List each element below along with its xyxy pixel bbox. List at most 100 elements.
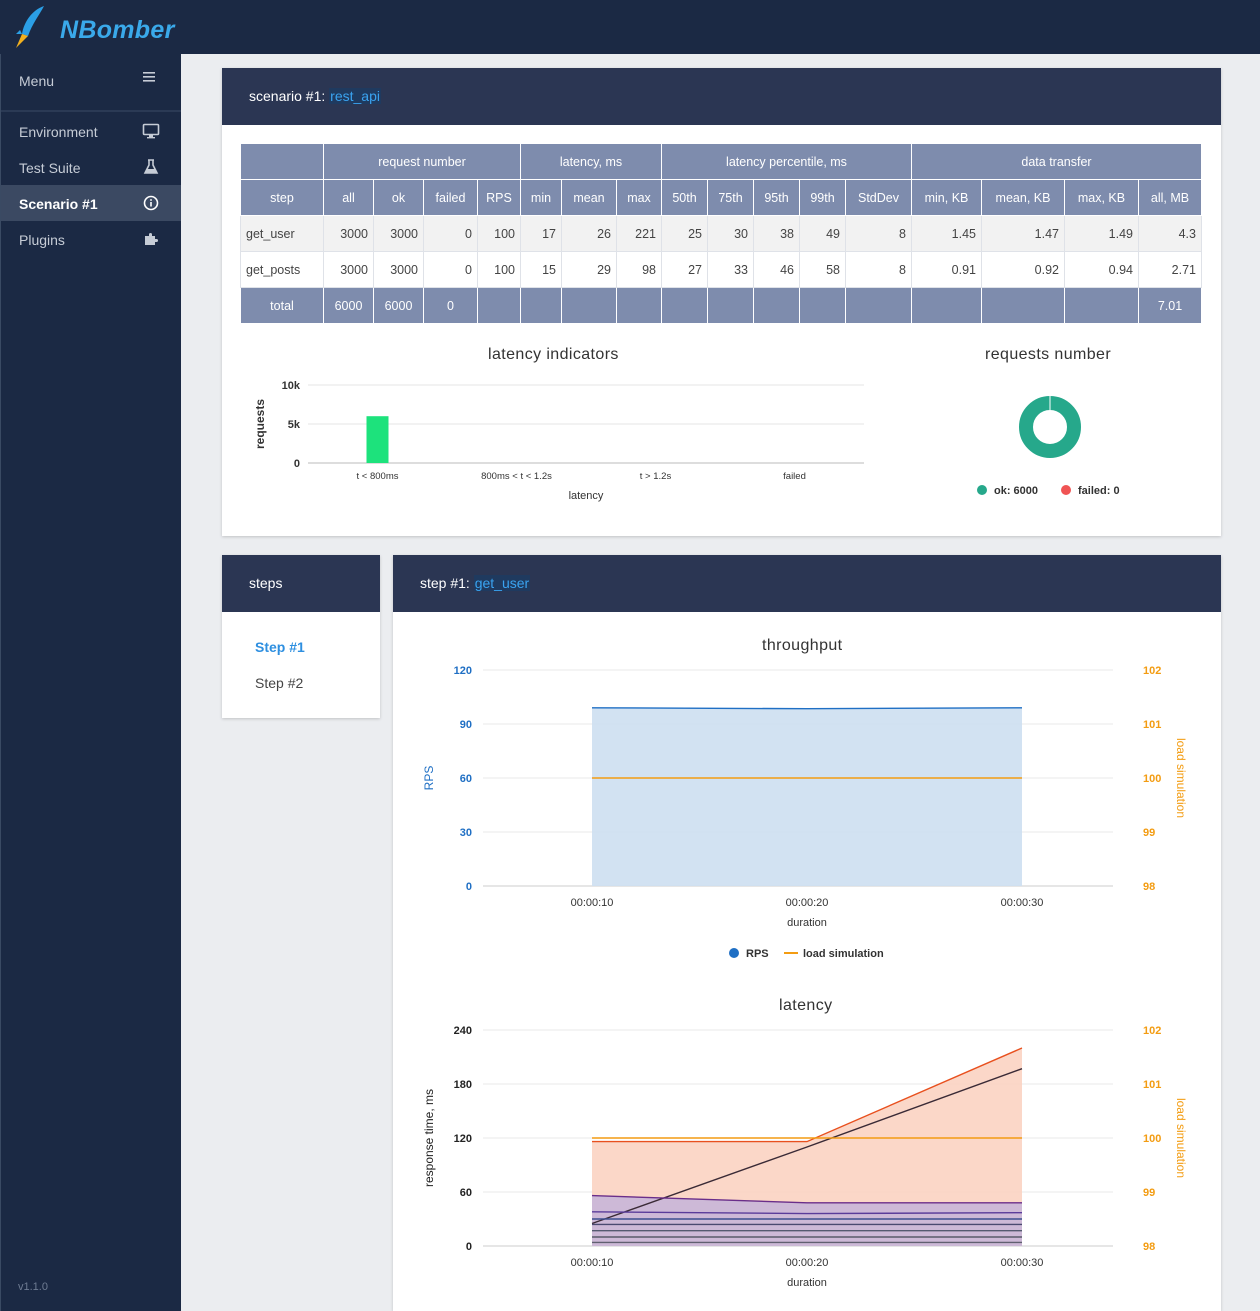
y2-tick-label: 100 [1143, 1133, 1161, 1145]
sidebar-item-plugins[interactable]: Plugins [1, 221, 181, 257]
step-name-cell: get_posts [240, 251, 324, 288]
table-column-header: 95th [753, 179, 800, 216]
sidebar: Menu Environment Test Suite Scenario #1 … [0, 54, 181, 1311]
total-cell: total [240, 287, 324, 324]
y-axis-label: requests [253, 399, 267, 449]
x-tick-label: 800ms < t < 1.2s [481, 471, 552, 482]
table-cell: 1.47 [981, 215, 1065, 252]
requests-number-chart: ok: 6000 failed: 0 [977, 396, 1120, 497]
x-axis-label: duration [787, 1277, 827, 1289]
hamburger-icon[interactable] [142, 70, 156, 84]
scenario-name: rest_api [329, 88, 381, 104]
table-cell: 46 [753, 251, 800, 288]
table-column-header: step [240, 179, 324, 216]
total-cell [561, 287, 617, 324]
y-axis-label: RPS [422, 766, 436, 791]
table-cell: 33 [707, 251, 754, 288]
steps-header: steps [222, 555, 380, 612]
table-column-header: min, KB [911, 179, 982, 216]
table-cell: 98 [616, 251, 662, 288]
table-column-header-row: step all ok failed RPS min mean max 50th 75th 95th… [240, 179, 1202, 216]
legend-swatch [977, 485, 987, 495]
y-tick-label: 0 [466, 1241, 472, 1253]
table-group-header: latency, ms [520, 143, 662, 180]
table-cell: 221 [616, 215, 662, 252]
total-cell: 6000 [323, 287, 374, 324]
legend-label: failed: 0 [1078, 485, 1120, 497]
y2-tick-label: 102 [1143, 665, 1161, 677]
latency-indicators-title: latency indicators [488, 346, 619, 363]
scenario-prefix: scenario #1: [249, 88, 330, 104]
x-axis-label: duration [787, 917, 827, 929]
menu-toggle[interactable]: Menu [1, 54, 181, 108]
table-column-header: min [520, 179, 562, 216]
scenario-header: scenario #1: rest_api [222, 68, 1221, 125]
table-cell: 8 [845, 251, 912, 288]
total-cell [911, 287, 982, 324]
total-cell [753, 287, 800, 324]
scenario-title: scenario #1: rest_api [249, 88, 381, 104]
step-name-cell: get_user [240, 215, 324, 252]
sidebar-item-label: Environment [19, 124, 98, 140]
table-cell: 100 [477, 251, 521, 288]
table-column-header: all, MB [1138, 179, 1202, 216]
series-line [591, 707, 1023, 710]
throughput-chart: 0 30 60 90 120 98 99 100 101 102 00:00:10 00:00:20 0… [422, 665, 1188, 960]
y-tick-label: 90 [460, 719, 472, 731]
table-column-header: failed [423, 179, 478, 216]
steps-title: steps [249, 575, 283, 591]
x-tick-label: 00:00:20 [786, 897, 829, 909]
total-cell [981, 287, 1065, 324]
x-tick-label: t < 800ms [357, 471, 399, 482]
step-link-2[interactable]: Step #2 [255, 675, 303, 691]
y2-tick-label: 102 [1143, 1025, 1161, 1037]
table-group-header [240, 143, 324, 180]
puzzle-icon [145, 233, 158, 245]
y-tick-label: 120 [454, 665, 472, 677]
table-group-header: latency percentile, ms [661, 143, 912, 180]
sidebar-divider [1, 110, 181, 112]
total-cell [1064, 287, 1139, 324]
brand-logo[interactable]: NBomber [14, 4, 180, 50]
y-tick-label: 5k [288, 419, 301, 431]
latency-title: latency [779, 997, 833, 1014]
step-header: step #1: get_user [393, 555, 1221, 612]
table-cell: 1.49 [1064, 215, 1139, 252]
table-cell: 3000 [323, 215, 374, 252]
donut-slice [1019, 396, 1081, 458]
table-column-header: RPS [477, 179, 521, 216]
step-link-1[interactable]: Step #1 [255, 639, 305, 655]
sidebar-item-environment[interactable]: Environment [1, 113, 181, 149]
table-cell: 49 [799, 215, 846, 252]
table-column-header: ok [373, 179, 424, 216]
table-total-row: total 6000 6000 0 7.01 [240, 287, 1202, 324]
x-axis-label: latency [569, 490, 604, 502]
sidebar-item-scenario-1[interactable]: Scenario #1 [1, 185, 181, 221]
sidebar-item-label: Scenario #1 [19, 196, 98, 212]
scenario-panel: scenario #1: rest_api request number lat… [222, 68, 1221, 536]
table-cell: 29 [561, 251, 617, 288]
total-cell [799, 287, 846, 324]
sidebar-item-test-suite[interactable]: Test Suite [1, 149, 181, 185]
table-cell: 0.91 [911, 251, 982, 288]
latency-indicators-chart: 0 5k 10k t < 800ms 800ms < t < 1.2s t > 1.2s f… [253, 380, 864, 502]
x-tick-label: 00:00:20 [786, 1257, 829, 1269]
y-axis-label: response time, ms [422, 1089, 436, 1187]
monitor-icon [142, 123, 160, 139]
total-cell [477, 287, 521, 324]
table-cell: 17 [520, 215, 562, 252]
menu-label: Menu [19, 73, 55, 89]
bar [366, 416, 389, 463]
y-tick-label: 240 [454, 1025, 472, 1037]
table-cell: 0.94 [1064, 251, 1139, 288]
scenario-stats-table: request number latency, ms latency perce… [240, 143, 1202, 324]
table-row: get_user 3000 3000 0 100 17 26 221 25 30 38 49 8 1.45… [240, 215, 1202, 252]
y2-tick-label: 101 [1143, 1079, 1161, 1091]
table-cell: 0 [423, 251, 478, 288]
total-cell [707, 287, 754, 324]
step-name: get_user [473, 575, 531, 591]
table-cell: 3000 [373, 215, 424, 252]
table-cell: 100 [477, 215, 521, 252]
info-icon [143, 195, 159, 211]
table-group-header: request number [323, 143, 521, 180]
